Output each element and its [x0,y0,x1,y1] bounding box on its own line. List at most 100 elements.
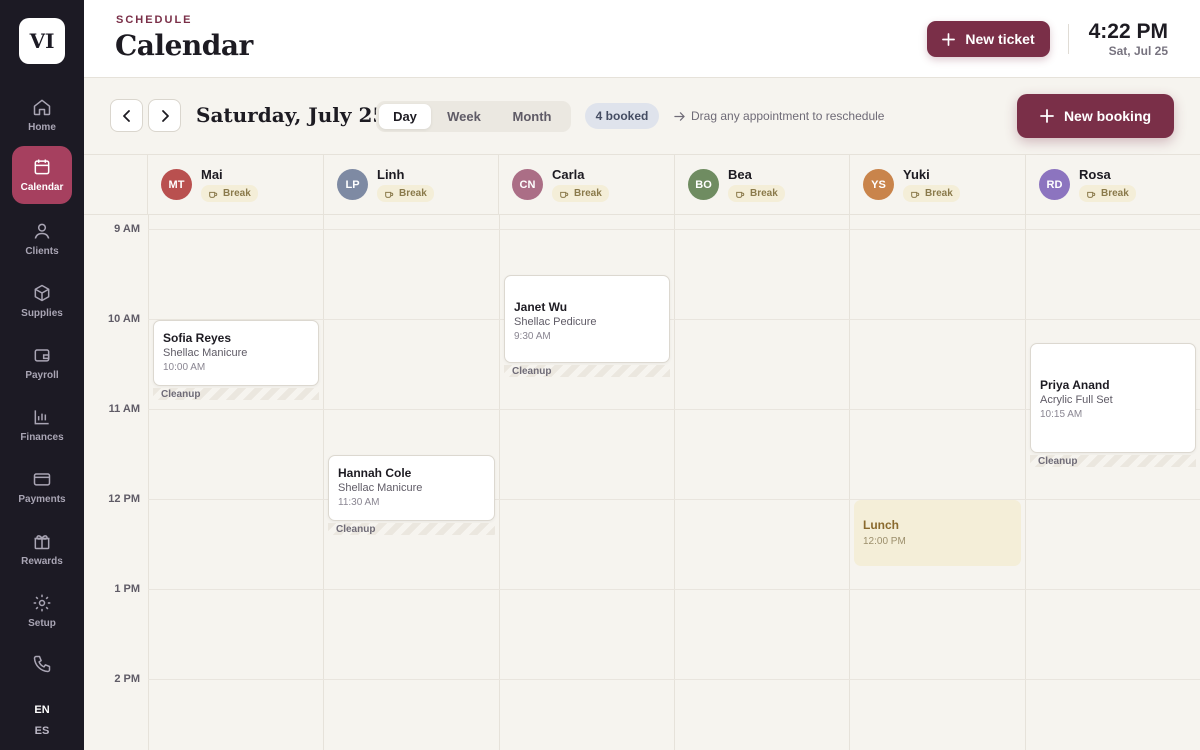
appointment-time: 9:30 AM [514,331,551,342]
staff-column-header: LP Linh Break [324,155,499,215]
language-en[interactable]: EN [0,704,84,716]
appointment-service: Shellac Pedicure [514,316,597,328]
time-label: 10 AM [108,313,140,325]
staff-name: Carla [552,167,585,182]
time-label: 11 AM [108,403,140,415]
current-date: Saturday, July 25 [196,103,387,127]
lunch-title: Lunch [863,518,899,532]
booked-count-badge: 4 booked [585,103,659,129]
view-toggle: Day Week Month [376,101,571,132]
brand-logo[interactable]: VI [19,18,65,64]
break-label: Break [1101,188,1129,199]
language-es[interactable]: ES [0,725,84,737]
column-divider [148,215,149,750]
appointment-service: Acrylic Full Set [1040,394,1113,406]
wallet-icon [34,349,50,362]
break-button[interactable]: Break [1079,185,1136,202]
break-button[interactable]: Break [728,185,785,202]
column-divider [499,215,500,750]
arrow-right-icon [674,111,685,121]
sidebar-item-label: Clients [25,246,59,257]
coffee-icon [560,191,569,198]
break-button[interactable]: Break [377,185,434,202]
column-divider [674,215,675,750]
page-eyebrow: SCHEDULE [116,14,193,26]
staff-name: Rosa [1079,167,1111,182]
sidebar-item-payroll[interactable]: Payroll [12,334,72,392]
appointment-time: 10:15 AM [1040,409,1083,420]
gear-icon [33,594,51,612]
staff-name: Linh [377,167,405,182]
new-ticket-button[interactable]: New ticket [927,21,1050,57]
sidebar-item-label: Rewards [21,556,63,567]
prev-day-button[interactable] [110,99,143,132]
calendar-icon [34,159,50,175]
time-label: 12 PM [108,493,140,505]
appointment-client: Sofia Reyes [163,331,232,345]
appointment-service: Shellac Manicure [338,482,423,494]
clock-time: 4:22 PM [1088,20,1168,43]
break-button[interactable]: Break [903,185,960,202]
coffee-icon [1087,191,1096,198]
sidebar-item-rewards[interactable]: Rewards [12,520,72,578]
lunch-block[interactable]: Lunch 12:00 PM [854,500,1021,566]
column-divider [849,215,850,750]
new-booking-button[interactable]: New booking [1017,94,1174,138]
reschedule-hint: Drag any appointment to reschedule [674,109,884,123]
credit-card-icon [33,473,51,486]
phone-button[interactable] [12,637,72,695]
sidebar-item-payments[interactable]: Payments [12,458,72,516]
new-ticket-label: New ticket [965,31,1035,47]
calendar-grid: MT Mai Break LP Linh Break CN Carla Brea… [84,155,1200,750]
appointment-card[interactable]: Priya Anand Acrylic Full Set 10:15 AM [1030,343,1196,453]
sidebar-item-home[interactable]: Home [12,86,72,144]
break-button[interactable]: Break [201,185,258,202]
new-booking-label: New booking [1063,108,1152,124]
hour-line [148,589,1200,590]
sidebar-item-setup[interactable]: Setup [12,582,72,640]
cleanup-block: Cleanup [328,523,495,535]
view-week-tab[interactable]: Week [431,104,497,129]
sidebar: VI Home Calendar Clients Supplies Payrol… [0,0,84,750]
view-month-tab[interactable]: Month [497,104,567,129]
time-label: 2 PM [114,673,140,685]
staff-column-header: RD Rosa Break [1026,155,1200,215]
sidebar-item-finances[interactable]: Finances [12,396,72,454]
avatar: YS [863,169,894,200]
view-day-tab[interactable]: Day [379,104,431,129]
cleanup-label: Cleanup [336,524,376,535]
sidebar-item-calendar[interactable]: Calendar [12,146,72,204]
appointment-card[interactable]: Hannah Cole Shellac Manicure 11:30 AM [328,455,495,521]
user-icon [34,223,50,239]
sidebar-item-label: Payroll [25,370,59,381]
column-divider [1025,215,1026,750]
sidebar-item-clients[interactable]: Clients [12,210,72,268]
coffee-icon [209,191,218,198]
staff-column-header: MT Mai Break [148,155,324,215]
plus-icon [942,32,956,46]
appointment-time: 10:00 AM [163,362,206,373]
appointment-client: Hannah Cole [338,466,412,480]
box-icon [34,284,50,302]
appointment-card[interactable]: Sofia Reyes Shellac Manicure 10:00 AM [153,320,319,386]
sidebar-item-label: Payments [18,494,66,505]
staff-name: Bea [728,167,752,182]
time-label: 9 AM [114,223,140,235]
staff-column-header: BO Bea Break [675,155,850,215]
appointment-service: Shellac Manicure [163,347,248,359]
coffee-icon [911,191,920,198]
cleanup-label: Cleanup [1038,456,1078,467]
avatar: MT [161,169,192,200]
break-button[interactable]: Break [552,185,609,202]
break-label: Break [399,188,427,199]
sidebar-item-supplies[interactable]: Supplies [12,272,72,330]
appointment-card[interactable]: Janet Wu Shellac Pedicure 9:30 AM [504,275,670,363]
staff-name: Yuki [903,167,930,182]
chevron-left-icon [122,109,130,122]
home-icon [33,99,51,116]
header-divider [1068,24,1069,54]
page-title: Calendar [115,29,253,62]
next-day-button[interactable] [148,99,181,132]
chevron-right-icon [161,109,169,122]
coffee-icon [736,191,745,198]
